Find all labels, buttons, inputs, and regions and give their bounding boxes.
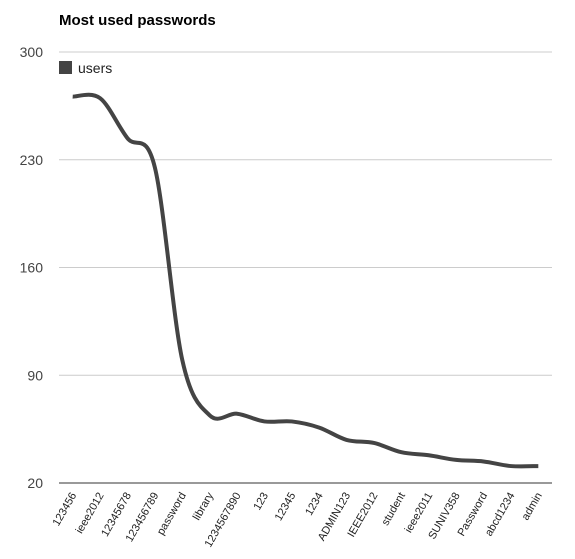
data-point[interactable] (98, 96, 102, 100)
data-point[interactable] (153, 165, 157, 169)
x-tick-label: 1234 (303, 491, 326, 518)
line-chart: Most used passwords 20 90 160 230 300 123456… (20, 12, 552, 549)
legend[interactable]: users (59, 60, 112, 76)
grid-layer (59, 51, 552, 484)
x-tick-label: 12345 (273, 491, 299, 523)
data-point[interactable] (208, 413, 212, 417)
legend-label: users (78, 60, 112, 76)
chart-title: Most used passwords (59, 12, 216, 29)
y-tick-label: 300 (20, 44, 44, 60)
x-tick-label: 123 (251, 491, 271, 513)
data-point[interactable] (345, 438, 349, 442)
data-point[interactable] (290, 419, 294, 423)
y-tick-label: 20 (27, 475, 43, 491)
data-point[interactable] (125, 136, 129, 140)
y-tick-label: 230 (20, 152, 44, 168)
x-axis-ticks: 123456ieee201212345678123456789password l… (51, 490, 545, 549)
y-axis-ticks: 20 90 160 230 300 (20, 44, 44, 491)
x-tick-label: admin (520, 491, 545, 523)
data-point[interactable] (235, 412, 239, 416)
data-point[interactable] (317, 426, 321, 430)
data-point[interactable] (399, 450, 403, 454)
x-tick-label: library (191, 490, 217, 522)
data-point[interactable] (482, 459, 486, 463)
data-point[interactable] (372, 441, 376, 445)
x-tick-label: student (380, 491, 408, 528)
y-tick-label: 160 (20, 260, 44, 276)
y-tick-label: 90 (27, 367, 43, 383)
series-layer (71, 92, 540, 469)
series-line-users[interactable] (72, 92, 539, 469)
x-tick-label: 123456 (51, 491, 80, 529)
legend-swatch (59, 61, 72, 74)
data-point[interactable] (454, 458, 458, 462)
data-point[interactable] (427, 453, 431, 457)
data-point[interactable] (262, 419, 266, 423)
data-point[interactable] (509, 464, 513, 468)
data-point[interactable] (71, 95, 75, 99)
data-point[interactable] (180, 358, 184, 362)
data-point[interactable] (536, 464, 540, 468)
